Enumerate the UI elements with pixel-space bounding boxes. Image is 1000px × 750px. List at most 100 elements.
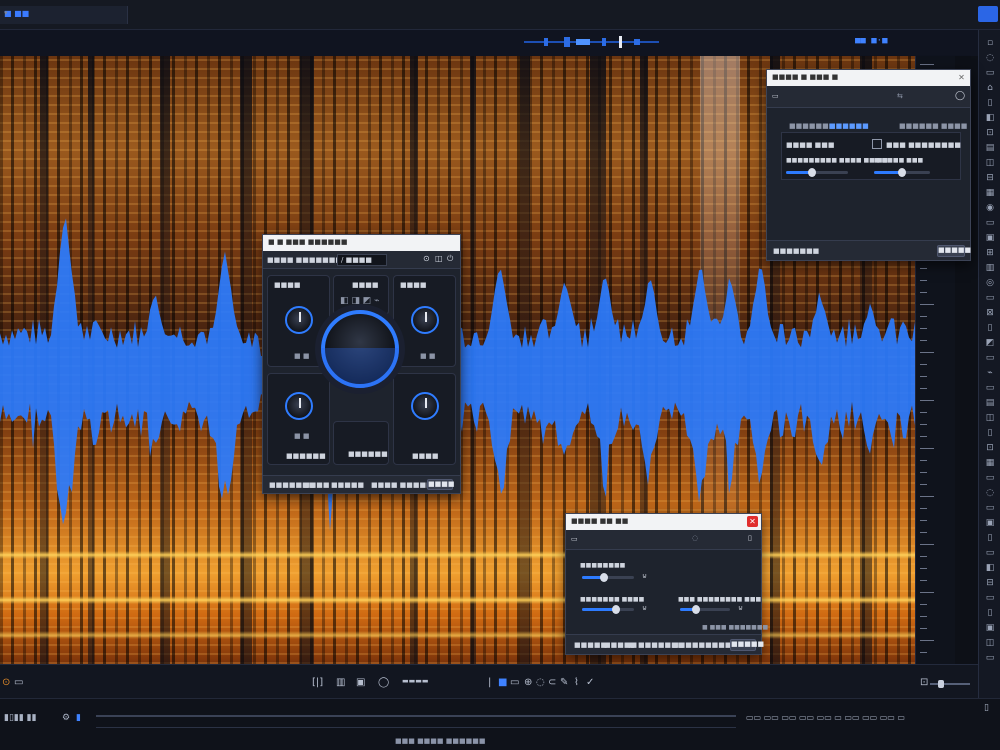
checkbox[interactable] [872,139,882,149]
toolbar-icon[interactable]: ▤ [984,398,996,408]
toolbar-icon[interactable]: ⊟ [984,173,996,183]
toolbar-icon[interactable]: ▯ [984,428,996,438]
close-icon[interactable]: ✕ [956,72,967,83]
toolbar-icon[interactable]: ▣ [984,518,996,528]
toolbar-icon[interactable]: ▤ [984,143,996,153]
zoom-in-icon[interactable]: ⊕ [524,677,532,688]
loop-icon[interactable]: [|] [312,677,323,688]
footer-item[interactable]: ■■■■■ [574,641,607,649]
zoom-fit-icon[interactable]: ⊡ [920,677,928,688]
toolbar-icon[interactable]: ◫ [984,413,996,423]
selection-icon[interactable]: ▮ [76,713,81,723]
preset-dropdown[interactable]: / ■■■■ [337,254,387,266]
module-cell[interactable]: ■■■■ [393,373,456,465]
tab-item[interactable]: ■■■■■■ ■■■■ [899,122,967,130]
knob[interactable] [411,306,439,334]
warning-icon[interactable]: ⊙ [2,677,10,688]
toolbar-icon[interactable]: ▣ [984,233,996,243]
footer-item[interactable]: ■■■■ [303,481,329,489]
mode-icons[interactable]: ◧ ◨ ◩ ⌁ [340,296,380,306]
toolbar-icon[interactable]: ◌ [984,53,996,63]
settings-icon[interactable]: ⚙ [62,713,70,723]
toolbar-icon[interactable]: ◫ [984,638,996,648]
toolbar-icon[interactable]: ⊡ [984,128,996,138]
tab-close-icon[interactable]: ▾ [4,9,123,17]
record-icon[interactable]: ▥ [336,677,345,688]
footer-item[interactable]: ■ [628,641,635,649]
knob[interactable] [285,392,313,420]
toolbar-icon[interactable]: ▭ [984,353,996,363]
zoom-out-icon[interactable]: ◌ [536,677,545,688]
timeline-track[interactable] [96,715,736,717]
overview-waveform[interactable] [524,36,659,48]
footer-item[interactable]: ■■■■■ [331,481,364,489]
power-icon[interactable]: ◯ [955,91,965,101]
slider[interactable] [680,605,730,614]
view-toggle-icon[interactable]: ▬▬▬▬ [402,677,428,685]
reset-icon[interactable]: ⊍ [738,604,743,612]
close-icon[interactable]: ✕ [747,516,758,527]
info-link[interactable]: ■■■ ■■■■ ■■■■■■ [395,737,485,745]
render-button[interactable]: ■■■■■ [730,639,764,651]
slider[interactable] [786,168,848,177]
expand-panel-icon[interactable]: ▯ [984,703,989,713]
knob[interactable] [411,392,439,420]
history-icons[interactable]: ▮▯▮▮ ▮▮ [4,713,37,723]
toolbar-icon[interactable]: ◧ [984,113,996,123]
module-cell[interactable]: ■■■■ ■ ■ [393,275,456,367]
tab-item[interactable]: ■■■■■■ [829,122,869,130]
toolbar-icon[interactable]: ▯ [984,98,996,108]
toolbar-icon[interactable]: ▭ [984,68,996,78]
stop-icon[interactable]: ◯ [378,677,389,688]
link-icon[interactable]: ⇆ [897,92,903,100]
toolbar-icon[interactable]: ⊡ [984,443,996,453]
toolbar-icon[interactable]: ◌ [984,488,996,498]
toolbar-icon[interactable]: ⌂ [984,83,996,93]
module-window-titlebar[interactable]: ■ ■ ■■■ ■■■■■■ [263,235,460,251]
pencil-icon[interactable]: ✎ [560,677,568,688]
window-menu-icon[interactable]: ▭ [772,92,779,100]
select-icon[interactable]: ▭ [510,677,519,688]
compare-icon[interactable]: ◫ [435,254,443,263]
toolbar-icon[interactable]: ▫ [984,38,996,48]
toolbar-icon[interactable]: ⊟ [984,578,996,588]
window-menu-icon[interactable]: ▭ [571,535,578,543]
knob[interactable] [285,306,313,334]
toolbar-icon[interactable]: ▭ [984,653,996,663]
toolbar-icon[interactable]: ▦ [984,458,996,468]
cursor-icon[interactable]: | [488,677,491,688]
module-cell[interactable]: ■■■■ ◧ ◨ ◩ ⌁ [333,275,389,315]
toolbar-icon[interactable]: ▥ [984,263,996,273]
play-icon[interactable]: ■ [498,677,507,688]
settings-window-titlebar[interactable]: ■■■■ ■ ■■■ ■ ✕ [767,70,970,86]
account-button[interactable] [978,6,998,22]
power-icon[interactable]: ⏻ [447,254,453,264]
reset-icon[interactable]: ⊍ [642,572,647,580]
slider[interactable] [582,573,634,582]
file-tab[interactable]: ■ ■■ ▾ [0,6,128,24]
brush-icon[interactable]: ⌇ [574,677,579,688]
module-cell[interactable]: ■ ■ ■■■■■■ [267,373,330,465]
toolbar-icon[interactable]: ▭ [984,293,996,303]
toolbar-icon[interactable]: ▦ [984,188,996,198]
toolbar-icon[interactable]: ◧ [984,563,996,573]
edit-icon[interactable]: ▭ [14,677,23,688]
wand-icon[interactable]: ✓ [586,677,594,688]
toolbar-icon[interactable]: ◉ [984,203,996,213]
toolbar-icon[interactable]: ◩ [984,338,996,348]
expand-icon[interactable]: ▯ [748,534,752,542]
toolbar-icon[interactable]: ▭ [984,473,996,483]
toolbar-icon[interactable]: ▭ [984,593,996,603]
toolbar-icon[interactable]: ▭ [984,218,996,228]
reset-icon[interactable]: ⊍ [642,604,647,612]
toolbar-icon[interactable]: ▯ [984,323,996,333]
toolbar-icon[interactable]: ⊠ [984,308,996,318]
toolbar-icon[interactable]: ▣ [984,623,996,633]
toolbar-icon[interactable]: ▭ [984,548,996,558]
time-fields[interactable]: ▭▭ ▭▭ ▭▭ ▭▭ ▭▭ ▭ ▭▭ ▭▭ ▭▭ ▭ [746,713,905,722]
toolbar-icon[interactable]: ▭ [984,383,996,393]
link-icon[interactable]: ◌ [692,534,698,542]
toolbar-icon[interactable]: ▯ [984,608,996,618]
toolbar-icon[interactable]: ▯ [984,533,996,543]
apply-button[interactable]: ■■■■■ [937,245,971,257]
